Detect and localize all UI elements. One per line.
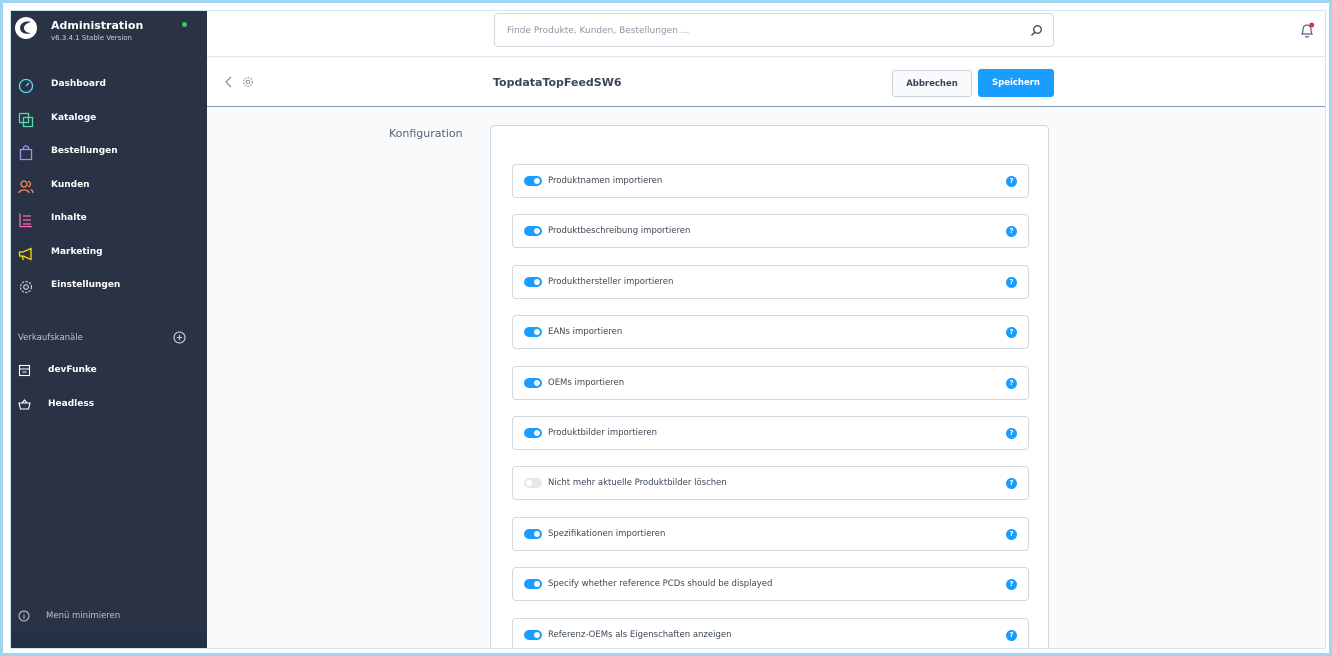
search-input[interactable] (507, 22, 1007, 40)
global-search (494, 13, 1054, 47)
marketing-icon (18, 247, 32, 261)
minimize-menu-button[interactable]: Menü minimieren (11, 606, 207, 626)
chevron-left-icon[interactable] (224, 76, 234, 88)
config-row-label: Produktbeschreibung importieren (548, 226, 691, 236)
toggle-switch[interactable] (524, 478, 542, 488)
catalog-icon (18, 112, 34, 128)
toggle-switch[interactable] (524, 378, 542, 388)
toggle-switch[interactable] (524, 226, 542, 236)
toggle-switch[interactable] (524, 277, 542, 287)
notification-bell-icon[interactable] (1299, 22, 1315, 39)
configuration-section-label: Konfiguration (389, 127, 463, 140)
search-icon[interactable] (1030, 24, 1043, 37)
online-status-dot (182, 22, 187, 27)
config-row-label: Produktbilder importieren (548, 428, 658, 438)
config-row: Produktnamen importieren ? (512, 164, 1029, 198)
sales-channels-heading: Verkaufskanäle (18, 333, 83, 343)
config-row-label: EANs importieren (548, 327, 623, 337)
sidebar-item-orders[interactable]: Bestellungen (11, 138, 207, 168)
help-icon[interactable]: ? (1006, 529, 1017, 540)
sidebar-item-customers[interactable]: Kunden (11, 172, 207, 202)
add-sales-channel-icon[interactable] (173, 331, 186, 344)
app-version: v6.3.4.1 Stable Version (51, 34, 132, 42)
toggle-switch[interactable] (524, 579, 542, 589)
help-icon[interactable]: ? (1006, 226, 1017, 237)
shopware-logo-icon (15, 17, 37, 39)
app-title: Administration (51, 19, 144, 32)
sidebar-item-content[interactable]: Inhalte (11, 205, 207, 235)
config-row-label: Produkthersteller importieren (548, 277, 674, 287)
toggle-switch[interactable] (524, 327, 542, 337)
config-row: Produktbeschreibung importieren ? (512, 214, 1029, 248)
sales-channel-headless[interactable]: Headless (11, 392, 207, 420)
help-icon[interactable]: ? (1006, 176, 1017, 187)
sidebar-item-catalog[interactable]: Kataloge (11, 105, 207, 135)
sidebar-item-dashboard[interactable]: Dashboard (11, 71, 207, 101)
sidebar-item-label: Marketing (51, 247, 103, 257)
toggle-switch[interactable] (524, 630, 542, 640)
sidebar: Administration v6.3.4.1 Stable Version D… (11, 11, 207, 648)
sidebar-item-label: Kunden (51, 180, 90, 190)
window-frame: Administration v6.3.4.1 Stable Version D… (0, 0, 1332, 656)
sidebar-item-label: Einstellungen (51, 280, 121, 290)
config-row: Specify whether reference PCDs should be… (512, 567, 1029, 601)
top-bar (207, 11, 1325, 57)
config-row: Nicht mehr aktuelle Produktbilder lösche… (512, 466, 1029, 500)
config-row-label: Nicht mehr aktuelle Produktbilder lösche… (548, 478, 727, 488)
help-icon[interactable]: ? (1006, 277, 1017, 288)
config-row: Produktbilder importieren ? (512, 416, 1029, 450)
cancel-button[interactable]: Abbrechen (892, 70, 972, 97)
orders-icon (19, 145, 33, 161)
config-row-label: OEMs importieren (548, 378, 625, 388)
minimize-menu-label: Menü minimieren (46, 611, 121, 621)
help-icon[interactable]: ? (1006, 478, 1017, 489)
help-icon[interactable]: ? (1006, 630, 1017, 641)
config-row-label: Spezifikationen importieren (548, 529, 666, 539)
sidebar-item-settings[interactable]: Einstellungen (11, 272, 207, 302)
info-circle-icon (18, 610, 30, 622)
settings-icon (19, 280, 33, 294)
toggle-switch[interactable] (524, 529, 542, 539)
sidebar-item-label: Inhalte (51, 213, 87, 223)
config-row-label: Referenz-OEMs als Eigenschaften anzeigen (548, 630, 732, 640)
configuration-card: Produktnamen importieren ? Produktbeschr… (490, 125, 1049, 648)
sidebar-item-label: Dashboard (51, 79, 106, 89)
config-row: Referenz-OEMs als Eigenschaften anzeigen… (512, 618, 1029, 648)
gear-icon (243, 77, 253, 87)
sales-channel-devfunke[interactable]: devFunke (11, 358, 207, 386)
config-row: Produkthersteller importieren ? (512, 265, 1029, 299)
help-icon[interactable]: ? (1006, 378, 1017, 389)
help-icon[interactable]: ? (1006, 579, 1017, 590)
save-button[interactable]: Speichern (978, 69, 1054, 97)
config-row: EANs importieren ? (512, 315, 1029, 349)
config-row: OEMs importieren ? (512, 366, 1029, 400)
sidebar-item-label: Bestellungen (51, 146, 118, 156)
customers-icon (18, 180, 34, 194)
sidebar-footer (11, 632, 207, 648)
config-row-label: Produktnamen importieren (548, 176, 663, 186)
sales-channel-label: Headless (48, 399, 95, 409)
brand: Administration v6.3.4.1 Stable Version (11, 11, 207, 51)
help-icon[interactable]: ? (1006, 327, 1017, 338)
config-row-label: Specify whether reference PCDs should be… (548, 579, 773, 589)
toggle-switch[interactable] (524, 428, 542, 438)
content-icon (19, 213, 32, 228)
sales-channel-label: devFunke (48, 365, 97, 375)
config-row: Spezifikationen importieren ? (512, 517, 1029, 551)
page-header: TopdataTopFeedSW6 Abbrechen Speichern (207, 58, 1325, 107)
toggle-switch[interactable] (524, 176, 542, 186)
help-icon[interactable]: ? (1006, 428, 1017, 439)
app-shell: Administration v6.3.4.1 Stable Version D… (10, 10, 1326, 649)
basket-icon (18, 399, 31, 410)
page-title: TopdataTopFeedSW6 (493, 76, 622, 89)
sidebar-item-marketing[interactable]: Marketing (11, 239, 207, 269)
sidebar-item-label: Kataloge (51, 113, 97, 123)
dashboard-icon (18, 78, 34, 94)
storefront-icon (18, 364, 31, 377)
